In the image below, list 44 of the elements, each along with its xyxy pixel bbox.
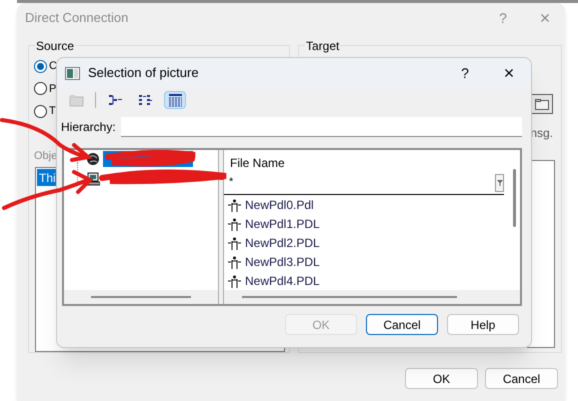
picture-icon	[65, 66, 80, 80]
toolbar-button[interactable]	[164, 91, 186, 109]
dialog-button[interactable]: OK	[405, 368, 478, 389]
figure-icon	[228, 236, 241, 250]
list-view-icon	[138, 93, 152, 107]
file-name[interactable]: NewPdl1.PDL	[245, 215, 320, 233]
globe-icon	[86, 152, 100, 166]
radio-label: T	[49, 104, 56, 119]
folder-icon	[68, 93, 84, 107]
file-name[interactable]: NewPdl4.PDL	[245, 272, 320, 290]
window-title: Selection of picture	[88, 64, 199, 82]
figure-icon	[228, 218, 241, 230]
column-header[interactable]: File Name	[230, 154, 285, 172]
funnel-icon	[496, 180, 502, 186]
radio-button[interactable]	[34, 104, 47, 118]
figure-icon	[228, 198, 241, 212]
scrollbar-thumb[interactable]	[91, 296, 191, 298]
tree-view-icon	[108, 93, 122, 107]
file-name[interactable]: NewPdl0.Pdl	[245, 196, 314, 214]
field-label: Obje	[34, 148, 58, 164]
computer-icon	[86, 172, 100, 186]
field-label: Hierarchy:	[61, 119, 117, 136]
folder-icon	[535, 98, 549, 110]
scrollbar-thumb[interactable]	[242, 296, 457, 298]
radio-button[interactable]	[34, 82, 47, 96]
scrollbar-thumb[interactable]	[513, 169, 516, 227]
radio-button[interactable]	[34, 60, 47, 73]
dialog-button[interactable]: Help	[447, 314, 519, 335]
dialog-button[interactable]: Cancel	[366, 314, 438, 335]
help-button[interactable]: ?	[457, 62, 473, 84]
figure-icon	[228, 274, 241, 288]
figure-icon	[228, 256, 241, 268]
radio-label: P	[49, 82, 56, 96]
close-button[interactable]: ×	[501, 60, 517, 86]
file-name[interactable]: NewPdl2.PDL	[245, 234, 320, 252]
radio-label: C	[49, 59, 57, 74]
window-title: Direct Connection	[25, 9, 128, 28]
dialog-button[interactable]: Cancel	[485, 368, 558, 389]
details-view-icon	[168, 93, 182, 107]
browse-button[interactable]	[531, 94, 553, 114]
filter-button[interactable]	[495, 174, 504, 192]
hierarchy-field[interactable]	[121, 117, 522, 137]
filter-value[interactable]: *	[229, 174, 234, 191]
file-name[interactable]: NewPdl3.PDL	[245, 253, 320, 271]
